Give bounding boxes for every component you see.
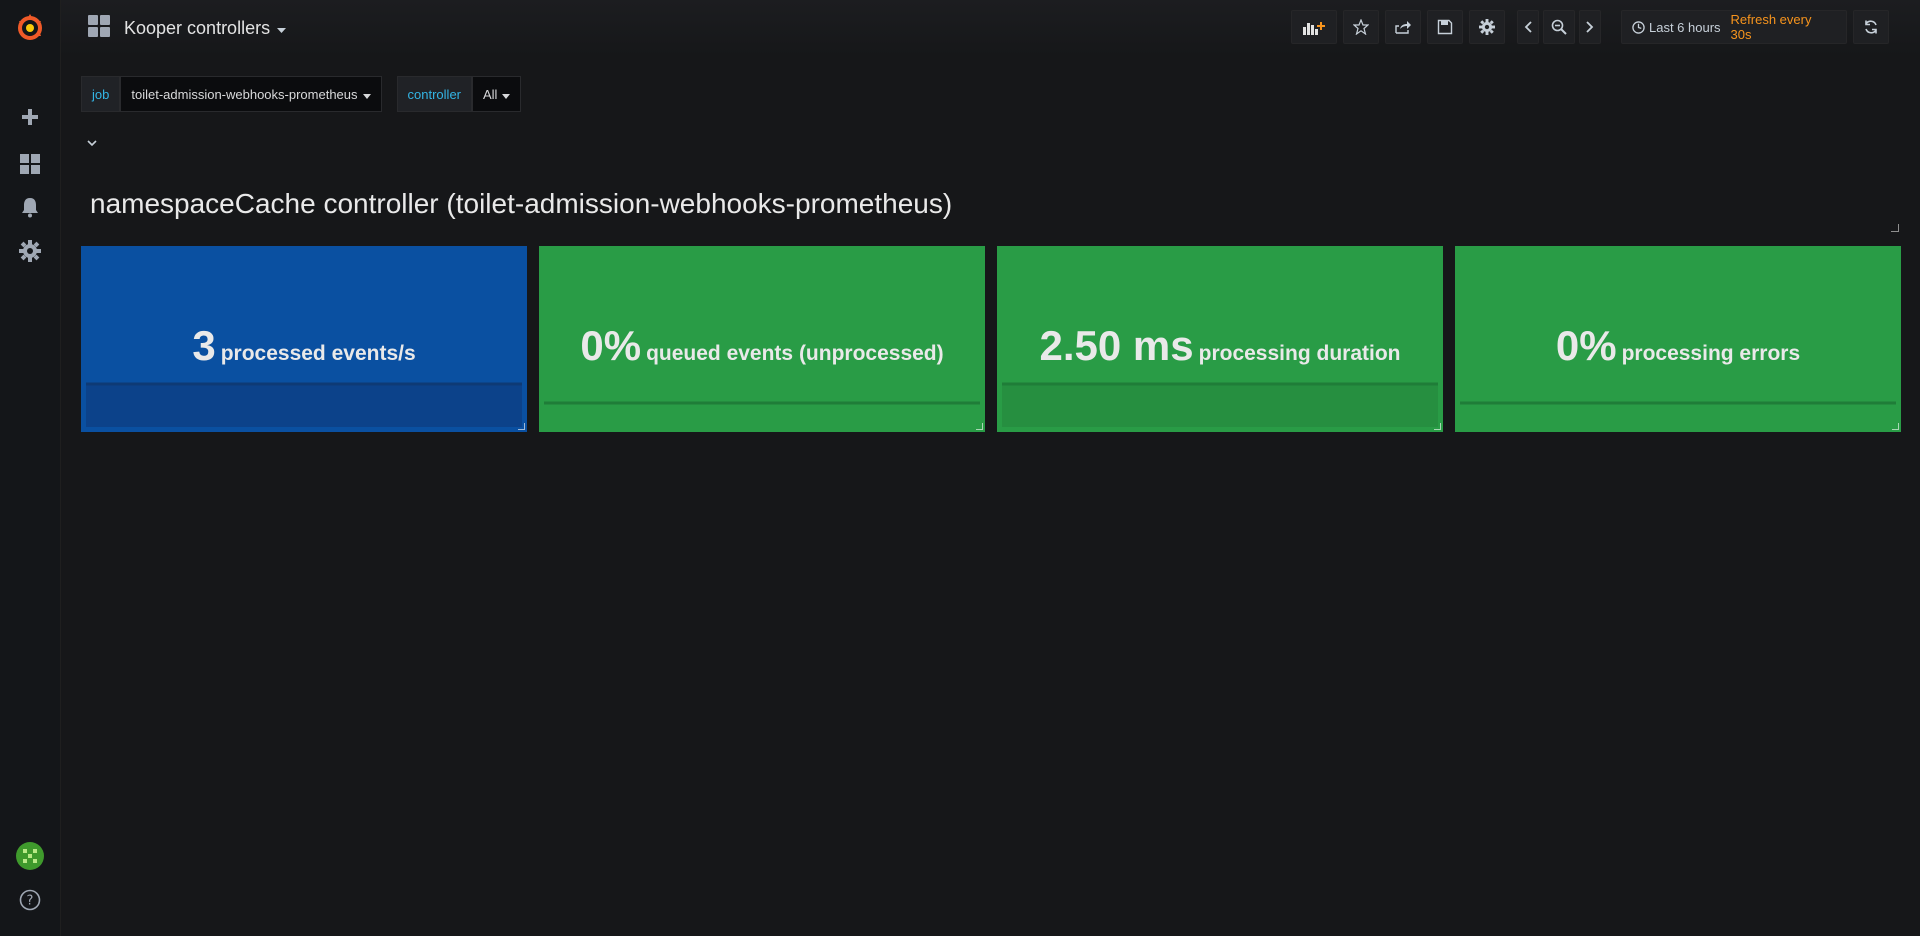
alerting-bell-icon[interactable] xyxy=(0,187,60,227)
dashboards-icon[interactable] xyxy=(0,144,60,184)
stat-value: 2.50 ms xyxy=(1039,322,1194,369)
dashboard-title-picker[interactable]: Kooper controllers xyxy=(88,14,287,42)
stat-value: 0% xyxy=(580,322,642,369)
configuration-gear-icon[interactable] xyxy=(0,231,60,271)
gear-icon xyxy=(1479,19,1495,35)
stat-postfix: processing duration xyxy=(1198,342,1401,365)
stat-postfix: queued events (unprocessed) xyxy=(646,342,944,365)
variable-value-job: toilet-admission-webhooks-prometheus xyxy=(131,86,358,102)
stat-postfix: processed events/s xyxy=(220,342,416,365)
clock-icon xyxy=(1632,20,1645,34)
chevron-left-icon xyxy=(1524,21,1532,33)
dashboard-settings-button[interactable] xyxy=(1469,10,1505,44)
caret-down-icon xyxy=(362,87,371,102)
refresh-interval-label: Refresh every 30s xyxy=(1730,12,1812,42)
stat-panel-queued-events[interactable]: 0% queued events (unprocessed) xyxy=(539,246,985,432)
star-icon xyxy=(1353,19,1369,35)
time-range-picker[interactable]: Last 6 hours Refresh every 30s xyxy=(1621,10,1847,44)
refresh-icon xyxy=(1865,20,1877,34)
stat-panel-processing-errors[interactable]: 0% processing errors xyxy=(1455,246,1901,432)
panel-resize-handle[interactable] xyxy=(518,423,525,430)
caret-down-icon xyxy=(277,21,287,39)
dashboard-navbar: Kooper controllers Last 6 hours Refresh … xyxy=(61,0,1920,56)
help-icon[interactable]: ? xyxy=(0,880,60,920)
text-panel: namespaceCache controller (toilet-admiss… xyxy=(81,188,1901,232)
template-variables: job toilet-admission-webhooks-prometheus… xyxy=(81,76,522,112)
star-dashboard-button[interactable] xyxy=(1343,10,1379,44)
dashboard-title: Kooper controllers xyxy=(124,17,271,38)
stat-postfix: processing errors xyxy=(1621,342,1801,365)
stat-panel-processed-events[interactable]: 3 processed events/s xyxy=(81,246,527,432)
caret-down-icon xyxy=(502,87,511,102)
save-dashboard-button[interactable] xyxy=(1427,10,1463,44)
sparkline-chart xyxy=(1002,382,1438,427)
variable-value-controller: All xyxy=(483,86,498,102)
dashboard-area: Kooper controllers Last 6 hours Refresh … xyxy=(61,0,1920,936)
create-plus-icon[interactable] xyxy=(0,97,60,137)
time-range-label: Last 6 hours xyxy=(1649,19,1721,35)
sparkline-chart xyxy=(544,401,980,405)
share-icon xyxy=(1395,21,1411,34)
grafana-logo-icon[interactable] xyxy=(0,7,60,47)
dashboard-grid-icon xyxy=(88,14,110,42)
sparkline-chart xyxy=(86,382,522,427)
share-dashboard-button[interactable] xyxy=(1385,10,1421,44)
chevron-right-icon xyxy=(1586,21,1594,33)
stat-value: 0% xyxy=(1555,322,1617,369)
svg-text:?: ? xyxy=(27,894,34,909)
chevron-down-icon xyxy=(87,140,97,147)
zoom-out-icon xyxy=(1551,19,1567,35)
side-menu: ? xyxy=(0,0,61,936)
variable-label-job: job xyxy=(81,76,121,112)
add-panel-button[interactable] xyxy=(1291,10,1337,44)
panel-resize-handle[interactable] xyxy=(976,423,983,430)
user-avatar[interactable] xyxy=(0,836,60,876)
time-shift-back-button[interactable] xyxy=(1517,10,1539,44)
variable-label-controller: controller xyxy=(396,76,472,112)
add-panel-icon xyxy=(1303,22,1325,35)
panel-heading: namespaceCache controller (toilet-admiss… xyxy=(90,188,953,219)
zoom-out-button[interactable] xyxy=(1543,10,1575,44)
stat-value: 3 xyxy=(192,322,216,369)
save-icon xyxy=(1437,19,1453,35)
panel-resize-handle[interactable] xyxy=(1892,423,1899,430)
row-collapse-toggle[interactable] xyxy=(87,134,97,152)
time-shift-forward-button[interactable] xyxy=(1579,10,1601,44)
stat-panel-processing-duration[interactable]: 2.50 ms processing duration xyxy=(997,246,1443,432)
panel-resize-handle[interactable] xyxy=(1891,224,1899,232)
sparkline-chart xyxy=(1460,401,1896,405)
variable-select-controller[interactable]: All xyxy=(472,76,522,112)
panel-resize-handle[interactable] xyxy=(1434,423,1441,430)
variable-select-job[interactable]: toilet-admission-webhooks-prometheus xyxy=(120,76,382,112)
refresh-dashboard-button[interactable] xyxy=(1853,10,1889,44)
